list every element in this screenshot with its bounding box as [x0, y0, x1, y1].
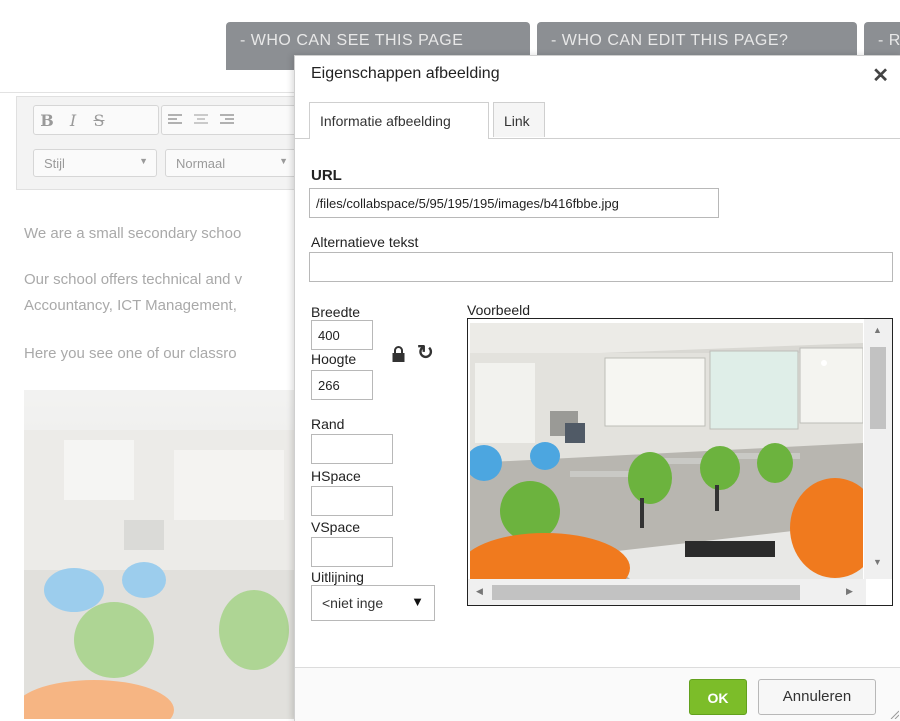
align-center-icon[interactable] — [188, 111, 214, 130]
dialog-tabs: Informatie afbeelding Link — [295, 96, 900, 139]
tab-link[interactable]: Link — [493, 102, 545, 137]
style-combo[interactable]: Stijl ▼ — [33, 149, 157, 177]
italic-button[interactable]: I — [60, 111, 86, 130]
dialog-footer: OK Annuleren — [295, 667, 900, 721]
classroom-photo-background — [24, 390, 300, 719]
scroll-down-icon[interactable]: ▼ — [873, 557, 882, 567]
style-combo-label: Stijl — [44, 156, 65, 171]
dialog-title: Eigenschappen afbeelding — [311, 65, 500, 82]
cancel-button[interactable]: Annuleren — [758, 679, 876, 715]
alt-text-input[interactable] — [309, 252, 893, 282]
chevron-down-icon: ▼ — [279, 156, 288, 166]
close-icon[interactable]: ✕ — [872, 63, 889, 88]
preview-frame: ▲ ▼ ◀ ▶ — [467, 318, 893, 606]
preview-vertical-scrollbar[interactable]: ▲ ▼ — [864, 319, 892, 579]
format-combo[interactable]: Normaal ▼ — [165, 149, 305, 177]
align-right-icon[interactable] — [214, 111, 240, 130]
ok-button[interactable]: OK — [689, 679, 747, 715]
alt-text-label: Alternatieve tekst — [311, 234, 419, 250]
lock-ratio-icon[interactable] — [392, 346, 405, 362]
paragraph-text: Here you see one of our classro — [24, 345, 237, 362]
bold-button[interactable]: B — [34, 111, 60, 130]
scroll-thumb[interactable] — [870, 347, 886, 429]
alignment-select[interactable]: <niet inge ▼ — [311, 585, 435, 621]
scroll-up-icon[interactable]: ▲ — [873, 325, 882, 335]
hspace-label: HSpace — [311, 468, 361, 484]
reset-size-icon[interactable]: ↻ — [417, 340, 434, 365]
classroom-preview-image — [470, 323, 863, 579]
preview-label: Voorbeeld — [467, 302, 531, 318]
vspace-input[interactable] — [311, 537, 393, 567]
paragraph-text: Our school offers technical and v — [24, 271, 243, 288]
image-properties-dialog: Eigenschappen afbeelding ✕ Informatie af… — [294, 55, 900, 721]
tab-image-info[interactable]: Informatie afbeelding — [309, 102, 489, 139]
scroll-thumb[interactable] — [492, 585, 800, 600]
width-input[interactable] — [311, 320, 373, 350]
width-label: Breedte — [311, 304, 361, 320]
paragraph-text: We are a small secondary schoo — [24, 225, 242, 242]
resize-grip-icon[interactable] — [889, 709, 899, 719]
height-input[interactable] — [311, 370, 373, 400]
strike-button[interactable]: S — [86, 111, 112, 130]
preview-horizontal-scrollbar[interactable]: ◀ ▶ — [468, 579, 866, 605]
alignment-label: Uitlijning — [311, 569, 364, 585]
vspace-label: VSpace — [311, 519, 361, 535]
editor-toolbar: B I S Stijl ▼ Normaal ▼ — [16, 96, 308, 190]
border-label: Rand — [311, 416, 345, 432]
format-group: B I S — [33, 105, 159, 135]
border-input[interactable] — [311, 434, 393, 464]
format-combo-label: Normaal — [176, 156, 226, 171]
hspace-input[interactable] — [311, 486, 393, 516]
caret-down-icon: ▼ — [411, 594, 424, 609]
align-left-icon[interactable] — [162, 111, 188, 130]
align-group — [161, 105, 308, 135]
paragraph-text: Accountancy, ICT Management, — [24, 297, 237, 314]
chevron-down-icon: ▼ — [139, 156, 148, 166]
alignment-value: <niet inge — [322, 595, 384, 611]
height-label: Hoogte — [311, 351, 357, 367]
divider — [0, 92, 300, 93]
scroll-right-icon[interactable]: ▶ — [846, 586, 853, 597]
scroll-left-icon[interactable]: ◀ — [476, 586, 483, 597]
url-label: URL — [311, 167, 342, 184]
url-input[interactable] — [309, 188, 719, 218]
